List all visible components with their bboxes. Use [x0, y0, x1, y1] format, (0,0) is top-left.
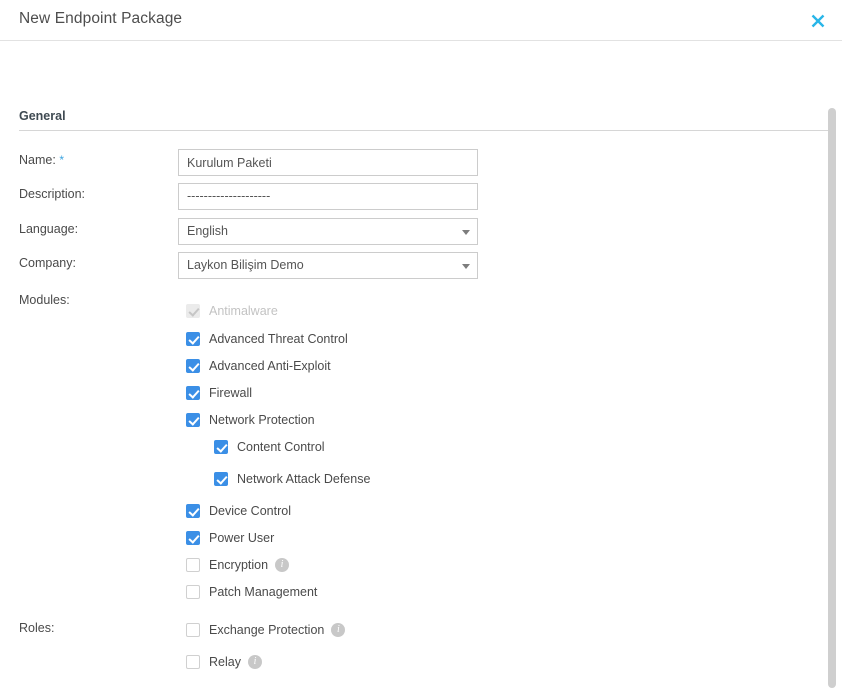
checkbox-label-content-control: Content Control [237, 440, 325, 454]
checkbox-row-power-user[interactable]: Power User [186, 528, 274, 548]
section-divider [19, 130, 831, 131]
company-selected-value: Laykon Bilişim Demo [187, 258, 304, 272]
info-icon[interactable]: i [275, 558, 290, 572]
checkbox-row-encryption[interactable]: Encryption i [186, 555, 290, 575]
checkbox-row-network-attack-defense[interactable]: Network Attack Defense [214, 469, 370, 489]
required-indicator: * [59, 153, 64, 167]
language-label: Language: [19, 222, 79, 236]
checkbox-label-device-control: Device Control [209, 504, 291, 518]
checkbox-row-antimalware[interactable]: Antimalware [186, 301, 278, 321]
roles-label: Roles: [19, 621, 55, 635]
checkbox-row-device-control[interactable]: Device Control [186, 501, 291, 521]
checkbox-label-relay: Relay [209, 655, 241, 669]
checkbox-row-advanced-anti-exploit[interactable]: Advanced Anti-Exploit [186, 356, 331, 376]
checkbox-row-patch-management[interactable]: Patch Management [186, 582, 317, 602]
page-title: New Endpoint Package [19, 10, 183, 27]
checkbox-label-network-attack-defense: Network Attack Defense [237, 472, 371, 486]
close-icon[interactable] [806, 9, 830, 33]
checkbox-encryption[interactable] [186, 558, 200, 572]
checkbox-advanced-threat-control[interactable] [186, 332, 200, 346]
description-label: Description: [19, 187, 85, 201]
chevron-down-icon [462, 264, 470, 269]
scrollbar-track[interactable] [828, 50, 839, 688]
name-label: Name: * [19, 153, 64, 167]
checkbox-label-power-user: Power User [209, 531, 275, 545]
checkbox-device-control[interactable] [186, 504, 200, 518]
checkbox-row-network-protection[interactable]: Network Protection [186, 410, 315, 430]
company-label: Company: [19, 256, 76, 270]
form-row-language: Language: English [0, 218, 842, 245]
checkbox-label-antimalware: Antimalware [209, 304, 278, 318]
chevron-down-icon [462, 230, 470, 235]
checkbox-label-encryption: Encryption [209, 558, 269, 572]
checkbox-antimalware [186, 304, 200, 318]
form-row-name: Name: * [0, 149, 842, 176]
checkbox-label-exchange-protection: Exchange Protection [209, 623, 325, 637]
description-input[interactable]: -------------------- [178, 183, 478, 210]
checkbox-power-user[interactable] [186, 531, 200, 545]
checkbox-exchange-protection[interactable] [186, 623, 200, 637]
checkbox-network-attack-defense[interactable] [214, 472, 228, 486]
checkbox-row-exchange-protection[interactable]: Exchange Protection i [186, 620, 346, 640]
checkbox-network-protection[interactable] [186, 413, 200, 427]
checkbox-advanced-anti-exploit[interactable] [186, 359, 200, 373]
checkbox-row-content-control[interactable]: Content Control [214, 437, 325, 457]
name-label-text: Name: [19, 153, 56, 167]
language-selected-value: English [187, 224, 228, 238]
checkbox-content-control[interactable] [214, 440, 228, 454]
modal-body: General Name: * Description: -----------… [0, 41, 842, 672]
form-row-company: Company: Laykon Bilişim Demo [0, 252, 842, 279]
section-title-general: General [19, 109, 66, 123]
company-select[interactable]: Laykon Bilişim Demo [178, 252, 478, 279]
checkbox-label-advanced-anti-exploit: Advanced Anti-Exploit [209, 359, 331, 373]
checkbox-label-patch-management: Patch Management [209, 585, 318, 599]
checkbox-relay[interactable] [186, 655, 200, 669]
modal-header: New Endpoint Package [0, 0, 842, 41]
checkbox-label-network-protection: Network Protection [209, 413, 315, 427]
checkbox-label-advanced-threat-control: Advanced Threat Control [209, 332, 348, 346]
info-icon[interactable]: i [247, 655, 262, 669]
scrollbar-thumb[interactable] [828, 108, 836, 688]
name-input[interactable] [178, 149, 478, 176]
modules-label: Modules: [19, 293, 70, 307]
description-value: -------------------- [187, 189, 271, 203]
checkbox-row-advanced-threat-control[interactable]: Advanced Threat Control [186, 329, 348, 349]
checkbox-row-relay[interactable]: Relay i [186, 652, 262, 672]
language-select[interactable]: English [178, 218, 478, 245]
checkbox-patch-management[interactable] [186, 585, 200, 599]
checkbox-row-firewall[interactable]: Firewall [186, 383, 252, 403]
checkbox-label-firewall: Firewall [209, 386, 253, 400]
form-row-description: Description: -------------------- [0, 183, 842, 210]
info-icon[interactable]: i [331, 623, 346, 637]
checkbox-firewall[interactable] [186, 386, 200, 400]
